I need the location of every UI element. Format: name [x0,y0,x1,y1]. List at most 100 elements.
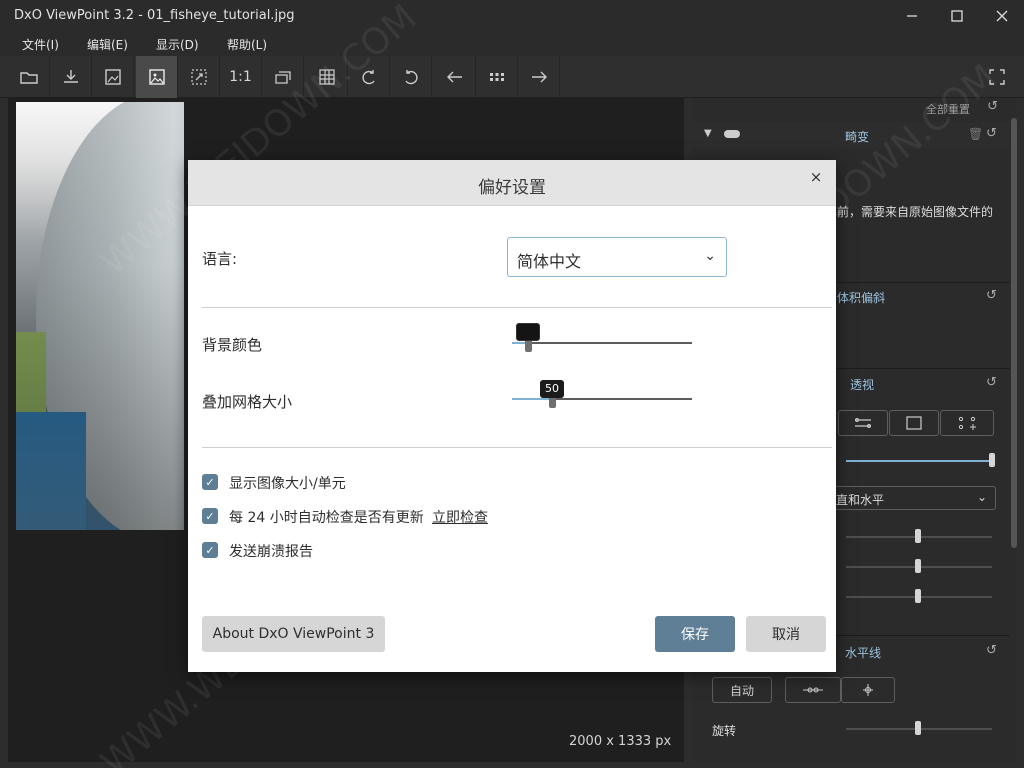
distortion-section-header[interactable]: ▼ 畸变 🗑 ↺ [692,122,1010,148]
language-label: 语言: [202,250,238,268]
menu-view[interactable]: 显示(D) [156,36,199,53]
maximize-icon [951,10,963,22]
trash-icon[interactable]: 🗑 [968,127,983,141]
perspective-mode-points[interactable] [940,410,994,436]
arrow-left-icon [446,71,462,83]
perspective-title: 透视 [850,378,875,392]
horizon-level-tool[interactable] [841,677,895,703]
dialog-header: 偏好设置 × [188,160,836,206]
perspective-intensity-slider[interactable] [846,460,992,462]
crash-report-label: 发送崩溃报告 [229,544,313,560]
reset-distortion-icon[interactable]: ↺ [986,126,997,141]
reset-volume-icon[interactable]: ↺ [986,288,997,303]
save-button[interactable]: 保存 [655,616,735,652]
divider [202,447,832,448]
app-window: DxO ViewPoint 3.2 - 01_fisheye_tutorial.… [0,0,1024,768]
collapse-icon[interactable]: ▼ [704,128,712,139]
horizon-title: 水平线 [845,646,882,660]
rotate-label: 旋转 [712,724,737,738]
perspective-mode-rectangle[interactable] [889,410,939,436]
image-icon [148,69,165,85]
close-icon: × [809,168,823,186]
reset-horizon-icon[interactable]: ↺ [986,643,997,658]
divider [202,307,832,308]
fisheye-photo [16,102,184,530]
open-button[interactable] [8,56,50,98]
layers-icon [274,71,291,84]
menu-file[interactable]: 文件(I) [22,36,59,53]
crash-report-checkbox[interactable]: ✓ [202,542,218,558]
rectangle-icon [906,416,922,430]
volume-title: 体积偏斜 [837,291,886,305]
maximize-button[interactable] [942,4,972,28]
bg-color-label: 背景颜色 [202,336,263,354]
about-button[interactable]: About DxO ViewPoint 3 [202,616,385,652]
auto-update-checkbox[interactable]: ✓ [202,508,218,524]
reset-all-icon[interactable]: ↺ [987,99,998,114]
language-value: 简体中文 [517,252,582,271]
perspective-mode-value: 直和水平 [836,493,885,507]
rotate-slider-thumb[interactable] [915,721,921,735]
fullscreen-icon [989,69,1005,85]
horizon-line-tool[interactable] [785,677,841,703]
show-image-size-checkbox[interactable]: ✓ [202,474,218,490]
next-image-button[interactable] [518,56,560,98]
arrow-right-icon [531,71,547,83]
fullscreen-button[interactable] [976,56,1018,98]
grid-size-slider[interactable] [512,398,692,400]
perspective-slider-1-thumb[interactable] [915,529,921,543]
show-image-size-label: 显示图像大小/单元 [229,476,346,492]
export-button[interactable] [50,56,92,98]
grid-button[interactable] [306,56,348,98]
reset-perspective-icon[interactable]: ↺ [986,375,997,390]
prev-image-button[interactable] [434,56,476,98]
one-to-one-label: 1:1 [229,69,252,85]
bg-color-swatch [516,323,540,341]
panel-scrollbar[interactable] [1011,118,1017,548]
perspective-intensity-thumb[interactable] [989,453,995,467]
rotate-left-icon [361,70,375,85]
line-tool-icon [803,687,823,693]
dialog-close-button[interactable]: × [806,167,826,187]
rotate-right-button[interactable] [390,56,432,98]
window-title: DxO ViewPoint 3.2 - 01_fisheye_tutorial.… [14,8,295,23]
auto-update-label: 每 24 小时自动检查是否有更新 [229,510,424,526]
image-size-label: 2000 x 1333 px [569,734,672,749]
auto-label: 自动 [729,683,754,698]
title-bar: DxO ViewPoint 3.2 - 01_fisheye_tutorial.… [0,0,1024,32]
toggle-switch[interactable] [724,130,740,138]
menu-edit[interactable]: 编辑(E) [87,36,128,53]
check-now-link[interactable]: 立即检查 [432,507,488,527]
cancel-button[interactable]: 取消 [746,616,826,652]
reset-all-link[interactable]: 全部重置 [926,101,970,117]
gallery-button[interactable] [476,56,518,98]
fit-icon [190,69,207,85]
chevron-down-icon: ⌄ [976,490,987,504]
menu-help[interactable]: 帮助(L) [227,36,267,53]
compare-button[interactable] [92,56,134,98]
thumbnails-icon [489,73,504,81]
distortion-description: 前，需要来自原始图像文件的 [837,205,994,219]
close-window-button[interactable] [987,4,1017,28]
overlay-button[interactable] [262,56,304,98]
language-select[interactable]: 简体中文 ⌄ [507,237,727,277]
perspective-mode-vertical[interactable] [838,410,888,436]
minimize-button[interactable] [897,4,927,28]
bg-color-slider[interactable] [512,342,692,344]
vertical-lines-icon [855,418,871,428]
perspective-slider-3-thumb[interactable] [915,589,921,603]
fit-screen-button[interactable] [178,56,220,98]
grid-size-label: 叠加网格大小 [202,393,293,411]
actual-size-button[interactable]: 1:1 [220,56,262,98]
rotate-right-icon [404,70,418,85]
perspective-slider-2-thumb[interactable] [915,559,921,573]
preview-button[interactable] [136,56,178,98]
minimize-icon [907,15,917,17]
auto-horizon-button[interactable]: 自动 [712,677,772,703]
chevron-down-icon: ⌄ [704,248,716,264]
level-tool-icon [863,684,873,696]
perspective-mode-dropdown[interactable]: 直和水平 ⌄ [832,486,996,510]
rotate-left-button[interactable] [348,56,390,98]
menu-bar: 文件(I) 编辑(E) 显示(D) 帮助(L) [0,32,1024,56]
distortion-title: 畸变 [845,130,870,144]
